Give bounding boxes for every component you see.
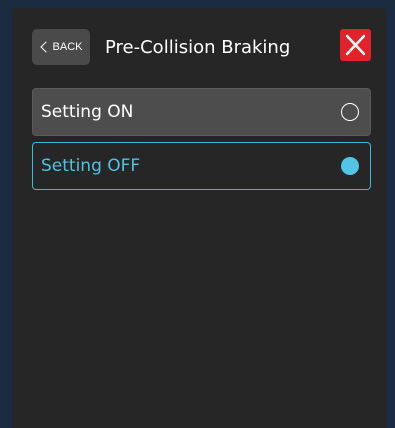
close-button[interactable] bbox=[340, 29, 371, 61]
setting-off-label: Setting OFF bbox=[41, 156, 141, 176]
screen: BACK Pre-Collision Braking Setting ON Se… bbox=[0, 0, 395, 428]
setting-off-option[interactable]: Setting OFF bbox=[32, 142, 371, 190]
radio-selected-icon bbox=[341, 157, 359, 175]
settings-panel: BACK Pre-Collision Braking Setting ON Se… bbox=[12, 8, 386, 428]
page-title: Pre-Collision Braking bbox=[105, 37, 291, 58]
back-button[interactable]: BACK bbox=[32, 29, 90, 65]
setting-on-label: Setting ON bbox=[41, 102, 134, 122]
radio-unselected-icon bbox=[341, 103, 359, 121]
setting-on-option[interactable]: Setting ON bbox=[32, 88, 371, 136]
back-label: BACK bbox=[52, 41, 83, 53]
close-icon bbox=[345, 34, 366, 56]
header: BACK Pre-Collision Braking bbox=[12, 8, 386, 86]
chevron-left-icon bbox=[39, 41, 52, 53]
